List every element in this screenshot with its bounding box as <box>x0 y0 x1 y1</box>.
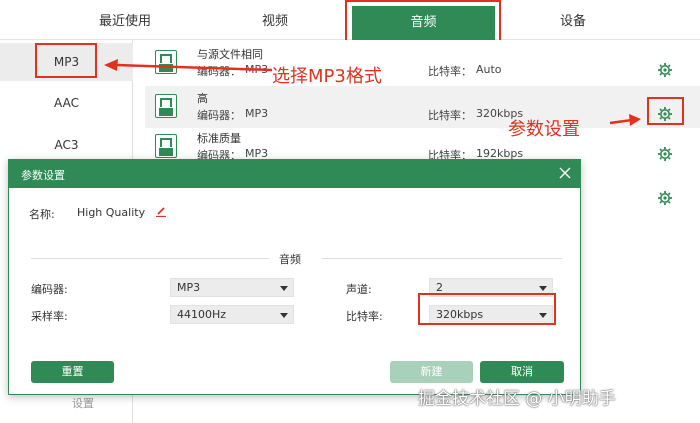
annotation-arrow-left <box>104 59 273 72</box>
preset-bitrate-value: Auto <box>476 63 502 76</box>
music-file-icon <box>155 134 177 158</box>
gear-icon[interactable] <box>657 62 673 78</box>
dialog-title: 参数设置 <box>21 169 65 182</box>
format-list-footer: 设置 <box>72 397 94 410</box>
format-item-aac[interactable]: AAC <box>0 84 133 122</box>
new-button[interactable]: 新建 <box>390 361 473 383</box>
name-label: 名称: <box>29 208 55 221</box>
channel-label: 声道: <box>346 283 372 296</box>
divider <box>31 258 269 259</box>
edit-pencil-icon[interactable] <box>156 206 166 217</box>
samplerate-select-value: 44100Hz <box>177 308 227 321</box>
annotation-arrow-right <box>609 114 641 126</box>
chevron-down-icon <box>280 313 288 318</box>
gear-icon[interactable] <box>657 146 673 162</box>
divider <box>322 258 562 259</box>
annotation-select-mp3: 选择MP3格式 <box>272 66 382 87</box>
cancel-button[interactable]: 取消 <box>480 361 564 383</box>
preset-encoder-label: 编码器： <box>197 109 241 122</box>
chevron-down-icon <box>539 286 547 291</box>
watermark: 掘金技术社区 @ 小明助手 <box>418 389 616 409</box>
mp3-annotation-box <box>35 43 97 78</box>
param-settings-dialog: 参数设置 名称: High Quality 音频 编码器: MP3 声道: 2 … <box>8 159 581 395</box>
samplerate-select[interactable]: 44100Hz <box>170 305 294 324</box>
preset-title: 高 <box>197 92 208 105</box>
encoder-label: 编码器: <box>31 283 68 296</box>
preset-bitrate-label: 比特率： <box>428 65 472 78</box>
bitrate-label: 比特率: <box>346 310 383 323</box>
preset-bitrate-label: 比特率： <box>428 109 472 122</box>
audio-section-title: 音频 <box>279 253 301 266</box>
close-icon[interactable] <box>557 165 573 181</box>
audio-tab-annotation-box <box>345 0 501 45</box>
annotation-param-settings: 参数设置 <box>508 119 580 140</box>
samplerate-label: 采样率: <box>31 310 68 323</box>
preset-name-value[interactable]: High Quality <box>77 206 145 219</box>
encoder-select-value: MP3 <box>177 281 201 294</box>
tab-device[interactable]: 设备 <box>508 0 638 40</box>
chevron-down-icon <box>280 286 288 291</box>
reset-button[interactable]: 重置 <box>31 361 114 383</box>
preset-encoder-value: MP3 <box>245 107 269 120</box>
tab-video[interactable]: 视频 <box>210 0 340 40</box>
dialog-header: 参数设置 <box>9 160 580 188</box>
gear-icon[interactable] <box>657 190 673 206</box>
encoder-select[interactable]: MP3 <box>170 278 294 297</box>
tab-recent[interactable]: 最近使用 <box>60 0 190 40</box>
music-file-icon <box>155 94 177 118</box>
preset-title: 标准质量 <box>197 132 241 145</box>
bitrate-annotation-box <box>418 293 556 325</box>
gear-annotation-box <box>647 97 684 125</box>
